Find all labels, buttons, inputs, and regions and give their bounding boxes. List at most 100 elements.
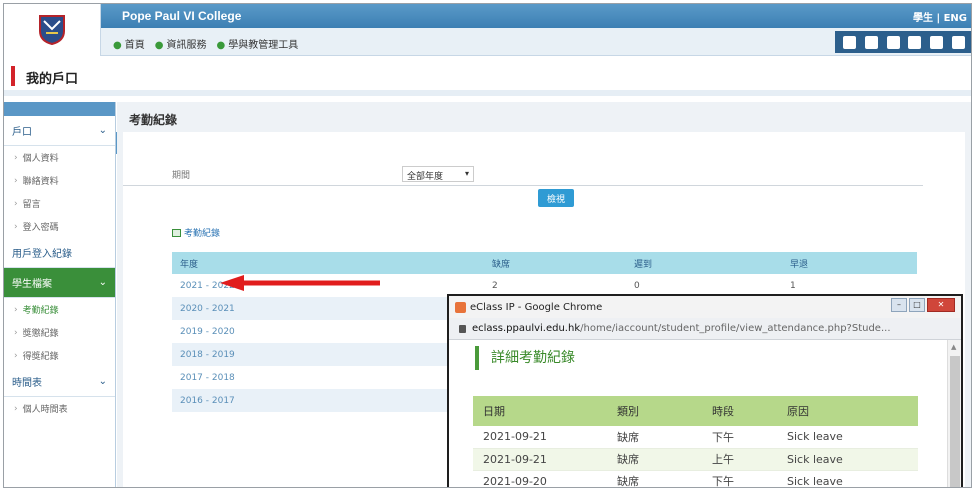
url-host: eclass.ppaulvi.edu.hk <box>472 323 581 334</box>
group-icon[interactable] <box>929 35 943 49</box>
table-row: 2021-09-20 缺席 下午 Sick leave <box>473 470 918 487</box>
sidebar-item-messages[interactable]: › 留言 <box>4 192 115 215</box>
nav-home-label: 首頁 <box>124 40 145 51</box>
col-early-leave: 早退 <box>782 252 917 274</box>
sidebar-item-label: 考勤紀錄 <box>22 306 59 316</box>
sidebar-item-personal-info[interactable]: › 個人資料 <box>4 146 115 169</box>
sidebar-item-label: 登入密碼 <box>22 223 59 233</box>
popup-scrollbar[interactable]: ▲ <box>947 340 961 487</box>
sidebar-collapse-bar[interactable] <box>4 102 115 116</box>
sidebar-item-label: 聯絡資料 <box>22 177 59 187</box>
year-cell[interactable]: 2018 - 2019 <box>172 343 484 366</box>
title-accent <box>11 66 15 86</box>
college-name: Pope Paul VI College <box>122 9 242 23</box>
scrollbar-thumb[interactable] <box>950 356 960 487</box>
close-button[interactable]: ✕ <box>927 298 955 312</box>
view-button[interactable]: 檢視 <box>538 189 574 207</box>
sidebar-item-label: 留言 <box>22 200 41 210</box>
url-path: /home/iaccount/student_profile/view_atte… <box>580 323 891 334</box>
year-cell[interactable]: 2016 - 2017 <box>172 389 484 412</box>
chevron-down-icon: ▾ <box>464 169 469 178</box>
browser-page: Pope Paul VI College 學生 | ENG ● 首頁 ● 資訊服務 … <box>3 3 972 488</box>
scroll-up-icon[interactable]: ▲ <box>951 343 956 351</box>
popup-title-bar[interactable]: eClass IP - Google Chrome – □ ✕ <box>449 296 961 318</box>
sidebar-item-merit-demerit[interactable]: › 獎懲紀錄 <box>4 321 115 344</box>
col-absent: 缺席 <box>484 252 626 274</box>
top-header: Pope Paul VI College 學生 | ENG ● 首頁 ● 資訊服務 … <box>4 4 971 56</box>
sidebar-item-label: 獎懲紀錄 <box>22 329 59 339</box>
sidebar-item-awards[interactable]: › 得獎紀錄 <box>4 344 115 367</box>
type-cell: 缺席 <box>607 448 702 471</box>
user-language-links[interactable]: 學生 | ENG <box>913 9 967 24</box>
attendance-detail-popup: eClass IP - Google Chrome – □ ✕ eclass.p… <box>447 294 963 487</box>
type-cell: 缺席 <box>607 426 702 449</box>
page-title: 考勤紀錄 <box>129 113 178 127</box>
id-card-icon[interactable] <box>908 35 922 49</box>
mail-icon[interactable] <box>886 35 900 49</box>
nav-tools-label: 學與教管理工具 <box>228 40 299 51</box>
lock-icon <box>459 324 466 333</box>
minimize-button[interactable]: – <box>891 298 907 312</box>
main-nav: ● 首頁 ● 資訊服務 ● 學與教管理工具 <box>101 28 971 56</box>
col-session: 時段 <box>702 396 777 426</box>
popup-content: 詳細考勤紀錄 日期 類別 時段 原因 2021-09-21 缺席 下午 Sick… <box>449 340 947 487</box>
popup-window-title: eClass IP - Google Chrome <box>470 301 603 313</box>
nav-info-services[interactable]: ● 資訊服務 <box>155 36 207 51</box>
sidebar-section-login-history[interactable]: 用戶登入紀錄 <box>4 238 115 268</box>
date-cell: 2021-09-21 <box>473 426 607 449</box>
popup-heading: 詳細考勤紀錄 <box>475 346 575 370</box>
school-logo[interactable] <box>4 4 101 56</box>
maximize-button[interactable]: □ <box>909 298 925 312</box>
portal-title: 我的戶口 <box>26 72 79 87</box>
nav-info-label: 資訊服務 <box>166 40 207 51</box>
table-header-row: 年度 缺席 遲到 早退 <box>172 252 917 274</box>
sidebar: 戶口 ⌄ › 個人資料 › 聯絡資料 › 留言 › 登入密碼 用戶登入紀錄 學生檔案 ⌄… <box>4 102 116 487</box>
sidebar-section-timetable[interactable]: 時間表 ⌄ <box>4 367 115 397</box>
col-reason: 原因 <box>777 396 918 426</box>
help-icon[interactable] <box>951 35 965 49</box>
sidebar-item-contact-info[interactable]: › 聯絡資料 <box>4 169 115 192</box>
chevron-down-icon: ⌄ <box>98 277 107 288</box>
chevron-down-icon: ⌄ <box>98 376 107 387</box>
reason-cell: Sick leave <box>777 470 918 487</box>
col-year: 年度 <box>172 252 484 274</box>
year-cell[interactable]: 2020 - 2021 <box>172 297 484 320</box>
sidebar-section-account[interactable]: 戶口 ⌄ <box>4 116 115 146</box>
sidebar-section-label: 學生檔案 <box>12 279 52 290</box>
section-link-label: 考勤紀錄 <box>184 229 221 239</box>
tool-icons <box>835 31 971 53</box>
nav-home[interactable]: ● 首頁 <box>113 36 145 51</box>
year-cell[interactable]: 2017 - 2018 <box>172 366 484 389</box>
portal-title-bar: 我的戶口 <box>4 56 971 96</box>
sidebar-item-attendance[interactable]: › 考勤紀錄 <box>4 298 115 321</box>
table-header-row: 日期 類別 時段 原因 <box>473 396 918 426</box>
calendar-icon[interactable] <box>843 35 857 49</box>
table-icon <box>172 228 181 237</box>
nav-teaching-tools[interactable]: ● 學與教管理工具 <box>216 36 298 51</box>
year-cell[interactable]: 2019 - 2020 <box>172 320 484 343</box>
reason-cell: Sick leave <box>777 448 918 471</box>
session-cell: 下午 <box>702 426 777 449</box>
sidebar-section-label: 時間表 <box>12 378 42 389</box>
date-cell: 2021-09-21 <box>473 448 607 471</box>
school-crest-icon <box>39 15 65 45</box>
period-filter-row: 期間 全部年度 ▾ <box>123 160 923 186</box>
session-cell: 下午 <box>702 470 777 487</box>
sidebar-item-personal-timetable[interactable]: › 個人時間表 <box>4 397 115 420</box>
schedule-icon[interactable] <box>864 35 878 49</box>
popup-address-bar[interactable]: eclass.ppaulvi.edu.hk /home/iaccount/stu… <box>449 318 961 340</box>
attendance-section-link[interactable]: 考勤紀錄 <box>172 226 220 239</box>
sidebar-item-password[interactable]: › 登入密碼 <box>4 215 115 238</box>
red-arrow-annotation-icon <box>220 275 380 291</box>
sidebar-item-label: 得獎紀錄 <box>22 352 59 362</box>
period-select-value: 全部年度 <box>407 172 444 182</box>
session-cell: 上午 <box>702 448 777 471</box>
table-row: 2021-09-21 缺席 上午 Sick leave <box>473 448 918 471</box>
col-type: 類別 <box>607 396 702 426</box>
col-date: 日期 <box>473 396 607 426</box>
attendance-detail-table: 日期 類別 時段 原因 2021-09-21 缺席 下午 Sick leave … <box>473 396 918 487</box>
sidebar-section-student-profile[interactable]: 學生檔案 ⌄ <box>4 268 115 298</box>
period-select[interactable]: 全部年度 ▾ <box>402 166 474 182</box>
window-controls: – □ ✕ <box>891 298 955 312</box>
sidebar-item-label: 個人資料 <box>22 154 59 164</box>
